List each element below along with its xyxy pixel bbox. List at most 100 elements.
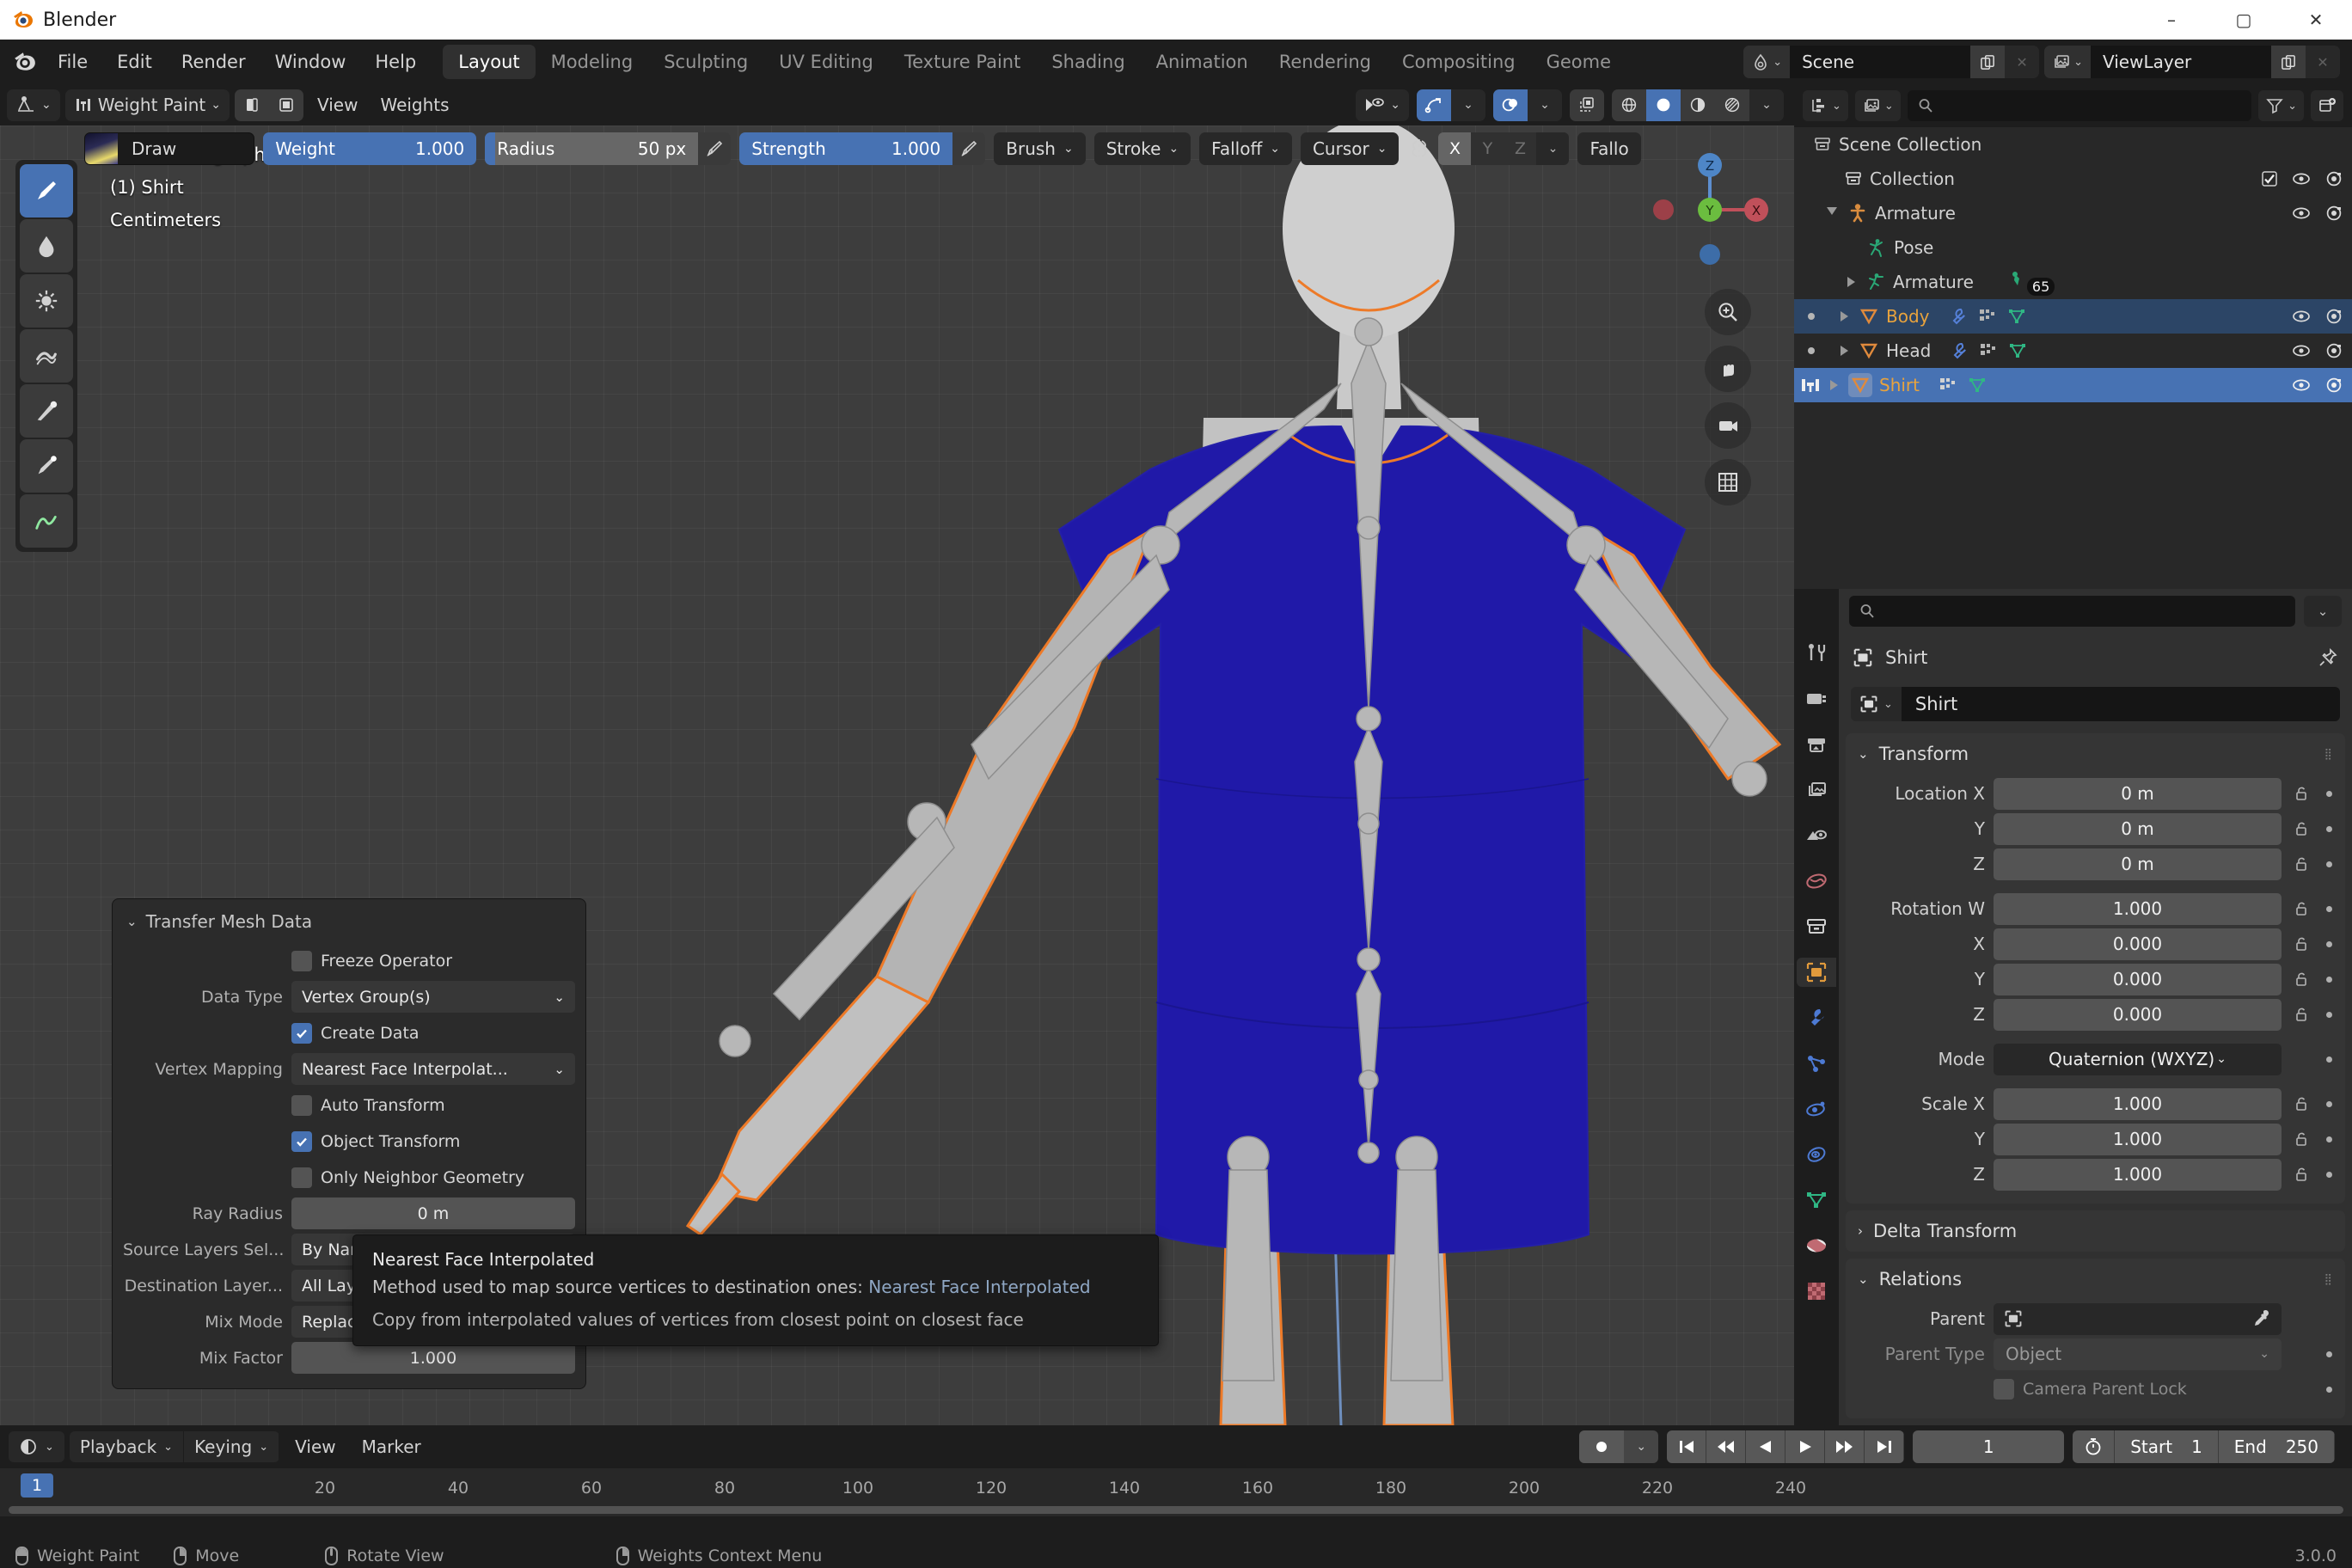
cursor-menu-button[interactable]: Cursor ⌄ [1301,132,1399,165]
animate-property-dot[interactable] [2321,1351,2337,1357]
rotation-x-value[interactable]: 0.000 [1994,928,2282,960]
play-reverse-icon[interactable] [1746,1430,1785,1463]
viewlayer-new-icon[interactable] [2271,46,2306,78]
meshdata-icon[interactable] [2007,307,2026,326]
particle-properties-tab[interactable] [1802,1049,1831,1078]
ray-radius-value-field[interactable]: 0 m [291,1197,575,1229]
panel-relations-header[interactable]: ⌄ Relations ⣿ [1846,1259,2345,1300]
falloff-menu-button[interactable]: Falloff ⌄ [1199,132,1292,165]
material-properties-tab[interactable] [1802,1231,1831,1260]
eye-icon[interactable] [2292,377,2311,393]
object-id-field[interactable]: ⌄ Shirt [1851,687,2340,721]
lock-icon[interactable] [2290,935,2312,952]
meshdata-icon[interactable] [1968,376,1987,395]
symmetry-axis-y[interactable]: Y [1471,132,1504,165]
camera-render-icon[interactable] [2324,171,2343,187]
workspace-tab-rendering[interactable]: Rendering [1264,45,1387,79]
workspace-tab-sculpting[interactable]: Sculpting [648,45,763,79]
properties-options-dropdown[interactable]: ⌄ [2304,596,2342,627]
tool-blur-icon[interactable] [20,219,73,273]
frame-start-field[interactable]: Start 1 [2115,1430,2219,1463]
tool-draw-icon[interactable] [20,164,73,217]
physics-properties-tab[interactable] [1802,1094,1831,1124]
lock-icon[interactable] [2290,1006,2312,1023]
timeline-scrollbar[interactable] [9,1506,2343,1514]
falloff-trailing-button[interactable]: Fallo [1577,132,1640,165]
lock-icon[interactable] [2290,1166,2312,1183]
scene-browse-icon[interactable]: ⌄ [1743,46,1790,78]
chevron-right-icon[interactable] [1830,380,1838,390]
outliner-row-body[interactable]: Body [1794,299,2352,334]
lock-icon[interactable] [2290,971,2312,988]
minimize-button[interactable]: – [2135,0,2208,40]
row-parent-type[interactable]: Parent Type Object ⌄ [1854,1338,2337,1370]
location-x-value[interactable]: 0 m [1994,778,2282,810]
vertex-mask-icon[interactable] [235,89,269,121]
animate-property-dot[interactable] [2321,1057,2337,1063]
outliner-new-collection-button[interactable] [2311,90,2343,121]
vertexgroup-icon[interactable] [1978,307,1997,326]
object-name-value[interactable]: Shirt [1902,687,2340,721]
use-preview-range-icon[interactable] [2073,1430,2115,1463]
output-properties-tab[interactable] [1802,730,1831,759]
op-row-vertex-mapping[interactable]: Vertex Mapping Nearest Face Interpolat..… [123,1053,575,1085]
lock-icon[interactable] [2290,1130,2312,1148]
tool-annotate-icon[interactable] [20,494,73,548]
play-icon[interactable] [1785,1430,1825,1463]
viewlayer-remove-icon[interactable]: ✕ [2306,46,2340,78]
row-location-y[interactable]: Y 0 m [1854,812,2337,845]
row-camera-parent-lock[interactable]: Camera Parent Lock [1854,1373,2337,1406]
outliner-row-pose[interactable]: Pose [1794,230,2352,265]
world-properties-tab[interactable] [1802,867,1831,896]
scene-unlink-icon[interactable]: ✕ [2005,46,2039,78]
overlay-dropdown-icon[interactable]: ⌄ [1528,89,1562,121]
constraint-properties-tab[interactable] [1802,1140,1831,1169]
timeline-editor-type-button[interactable]: ⌄ [9,1431,64,1462]
op-row-ray-radius[interactable]: Ray Radius 0 m [123,1197,575,1229]
op-row-auto-transform[interactable]: Auto Transform [123,1089,575,1121]
tool-smear-icon[interactable] [20,329,73,383]
face-mask-icon[interactable] [269,89,303,121]
jump-to-end-icon[interactable] [1865,1430,1904,1463]
row-rotation-y[interactable]: Y 0.000 [1854,963,2337,995]
rotation-y-value[interactable]: 0.000 [1994,964,2282,995]
zoom-view-icon[interactable] [1705,289,1751,335]
toggle-orthographic-icon[interactable] [1705,459,1751,505]
operator-panel-header[interactable]: ⌄ Transfer Mesh Data [113,899,585,940]
camera-render-icon[interactable] [2324,343,2343,358]
timeline-menu-marker[interactable]: Marker [352,1431,432,1462]
radius-slider[interactable]: Radius 50 px [485,132,698,165]
eye-icon[interactable] [2292,205,2311,221]
outliner-row-scene-collection[interactable]: Scene Collection [1794,127,2352,162]
op-row-create-data[interactable]: Create Data [123,1017,575,1049]
previous-keyframe-icon[interactable] [1706,1430,1746,1463]
outliner-row-collection[interactable]: Collection [1794,162,2352,196]
blender-menu-icon[interactable] [7,50,43,74]
texture-properties-tab[interactable] [1802,1277,1831,1306]
location-y-value[interactable]: 0 m [1994,813,2282,845]
current-frame-field[interactable]: 1 [1913,1430,2064,1463]
eye-icon[interactable] [2292,343,2311,358]
shading-dropdown-icon[interactable]: ⌄ [1749,89,1784,121]
properties-search-input[interactable] [1849,596,2295,627]
only-neighbor-geometry-checkbox[interactable] [291,1167,312,1188]
create-data-checkbox[interactable] [291,1023,312,1044]
gizmo-dropdown-icon[interactable]: ⌄ [1451,89,1485,121]
weight-slider[interactable]: Weight 1.000 [263,132,476,165]
animate-property-dot[interactable] [2321,861,2337,867]
animate-property-dot[interactable] [2321,1387,2337,1393]
data-type-dropdown[interactable]: Vertex Group(s) ⌄ [291,981,575,1013]
animate-property-dot[interactable] [2321,906,2337,912]
rotation-mode-dropdown[interactable]: Quaternion (WXYZ) ⌄ [1994,1044,2282,1075]
stroke-menu-button[interactable]: Stroke ⌄ [1094,132,1191,165]
workspace-tab-geometry-nodes[interactable]: Geome [1531,45,1626,79]
collection-properties-tab[interactable] [1802,912,1831,941]
outliner-filter-button[interactable]: ⌄ [2258,90,2304,121]
workspace-tab-animation[interactable]: Animation [1141,45,1264,79]
gizmo-icon[interactable] [1417,89,1451,121]
brush-preview[interactable]: Draw [84,132,254,165]
animate-property-dot[interactable] [2321,826,2337,832]
scale-z-value[interactable]: 1.000 [1994,1159,2282,1191]
viewport-menu-weights[interactable]: Weights [371,89,457,121]
editor-type-button[interactable]: ⌄ [7,89,60,121]
